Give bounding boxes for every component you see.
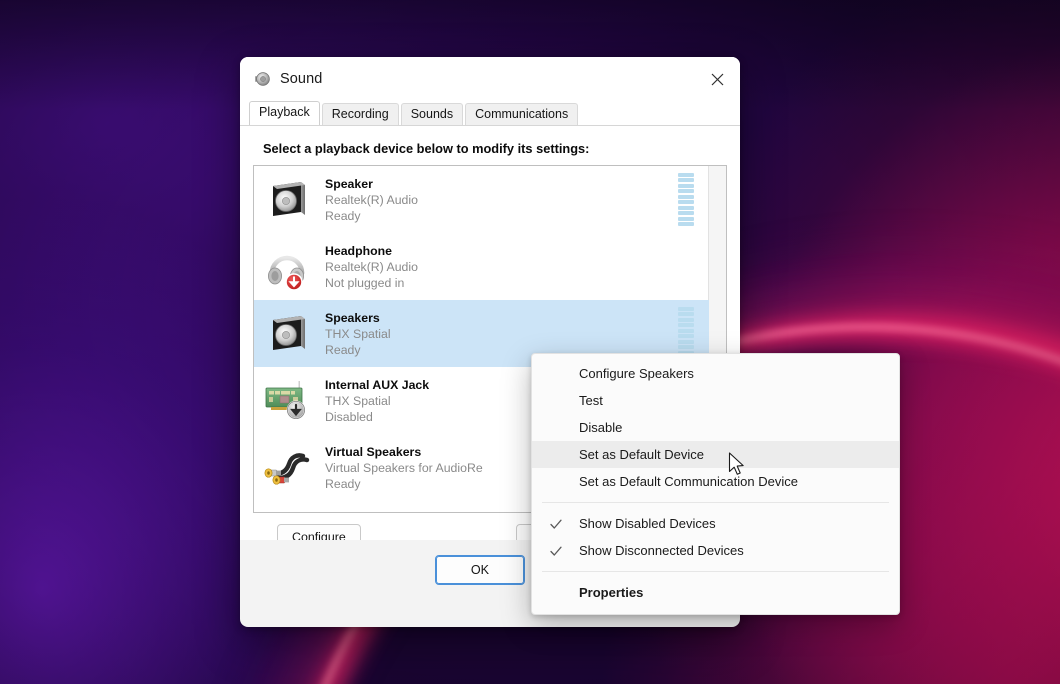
menu-item-set-as-default-device[interactable]: Set as Default Device: [532, 441, 899, 468]
desktop-wallpaper: Sound Playback Recording Sounds Communic…: [0, 0, 1060, 684]
menu-item-label: Show Disabled Devices: [579, 516, 716, 531]
menu-item-label: Show Disconnected Devices: [579, 543, 744, 558]
menu-item-set-as-default-communication-device[interactable]: Set as Default Communication Device: [532, 468, 899, 495]
speaker-icon: [252, 69, 272, 89]
menu-separator: [542, 571, 889, 572]
volume-meter: [678, 172, 694, 227]
pci-card-icon: [263, 377, 311, 425]
rca-cable-icon: [263, 444, 311, 492]
dialog-titlebar: Sound: [240, 57, 740, 101]
menu-item-show-disabled-devices[interactable]: Show Disabled Devices: [532, 510, 899, 537]
device-driver: Realtek(R) Audio: [325, 259, 418, 274]
device-text: Speakers THX Spatial Ready: [325, 310, 678, 358]
list-item[interactable]: Headphone Realtek(R) Audio Not plugged i…: [254, 233, 709, 300]
device-driver: THX Spatial: [325, 326, 391, 341]
close-icon[interactable]: [694, 57, 740, 101]
device-text: Speaker Realtek(R) Audio Ready: [325, 176, 678, 224]
ok-button[interactable]: OK: [435, 555, 525, 585]
menu-item-properties[interactable]: Properties: [532, 579, 899, 606]
menu-separator: [542, 502, 889, 503]
device-name: Speakers: [325, 310, 380, 325]
speaker-box-icon: [263, 176, 311, 224]
panel-instruction: Select a playback device below to modify…: [263, 141, 590, 156]
device-driver: Realtek(R) Audio: [325, 192, 418, 207]
tab-communications[interactable]: Communications: [465, 103, 579, 126]
tab-playback[interactable]: Playback: [249, 101, 320, 125]
list-item[interactable]: Speaker Realtek(R) Audio Ready: [254, 166, 709, 233]
tab-recording[interactable]: Recording: [321, 103, 399, 126]
device-name: Headphone: [325, 243, 392, 258]
menu-item-disable[interactable]: Disable: [532, 414, 899, 441]
checkmark-icon: [549, 544, 563, 558]
tab-sounds[interactable]: Sounds: [400, 103, 464, 126]
headphone-icon: [263, 243, 311, 291]
device-status: Not plugged in: [325, 275, 405, 290]
menu-item-configure-speakers[interactable]: Configure Speakers: [532, 360, 899, 387]
dialog-title: Sound: [280, 71, 323, 87]
device-name: Speaker: [325, 176, 373, 191]
checkmark-icon: [549, 517, 563, 531]
menu-item-show-disconnected-devices[interactable]: Show Disconnected Devices: [532, 537, 899, 564]
speaker-box-icon: [263, 310, 311, 358]
menu-item-test[interactable]: Test: [532, 387, 899, 414]
tab-strip: Playback Recording Sounds Communications: [240, 101, 740, 126]
device-text: Headphone Realtek(R) Audio Not plugged i…: [325, 243, 678, 291]
context-menu: Configure Speakers Test Disable Set as D…: [531, 353, 900, 615]
device-status: Ready: [325, 208, 361, 223]
